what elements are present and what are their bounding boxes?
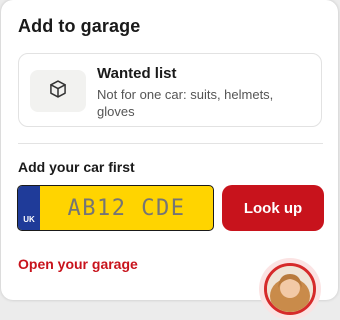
wanted-list-icon-box <box>30 70 86 112</box>
divider <box>18 143 323 144</box>
plate-country-code: UK <box>23 215 35 224</box>
plate-country-band: UK <box>18 186 40 230</box>
wanted-list-description: Not for one car: suits, helmets, gloves <box>97 87 274 119</box>
wanted-list-title: Wanted list <box>97 65 177 82</box>
look-up-button[interactable]: Look up <box>222 185 324 231</box>
wanted-list-option[interactable]: Wanted list Not for one car: suits, helm… <box>18 53 322 127</box>
add-to-garage-panel: Add to garage Wanted list Not for one ca… <box>1 0 338 320</box>
open-garage-link[interactable]: Open your garage <box>18 256 138 272</box>
avatar <box>264 263 316 315</box>
assistant-avatar-button[interactable] <box>259 258 321 320</box>
registration-input[interactable] <box>40 186 213 230</box>
box-icon <box>48 79 68 104</box>
add-car-label: Add your car first <box>18 159 135 175</box>
registration-plate-field[interactable]: UK <box>17 185 214 231</box>
panel-title: Add to garage <box>18 16 141 36</box>
